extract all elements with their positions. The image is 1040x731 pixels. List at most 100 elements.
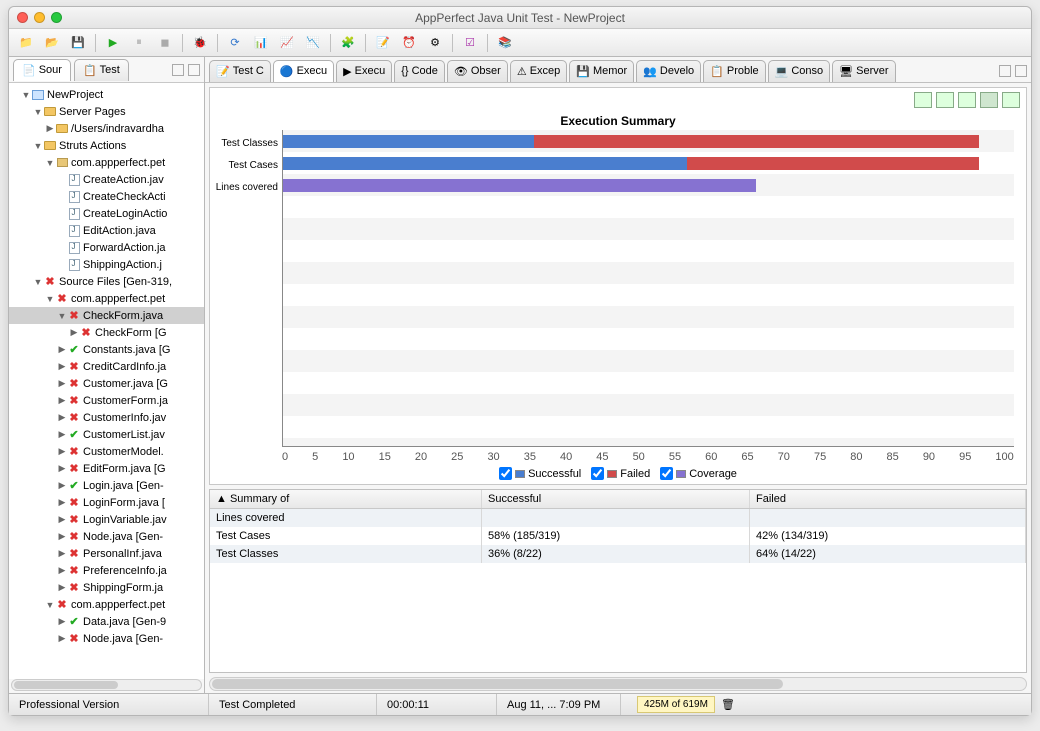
content-hscrollbar[interactable] bbox=[209, 677, 1027, 691]
editor-tab[interactable]: ▶Execu bbox=[336, 60, 392, 82]
chart-body: Test ClassesTest CasesLines covered 0510… bbox=[210, 130, 1026, 465]
col-successful[interactable]: Successful bbox=[482, 490, 750, 508]
col-failed[interactable]: Failed bbox=[750, 490, 1026, 508]
run-icon[interactable]: ▶ bbox=[102, 33, 124, 53]
tree-item[interactable]: ▼✖Source Files [Gen-319, bbox=[9, 273, 204, 290]
legend-checkbox[interactable] bbox=[499, 467, 512, 480]
minimize-view-icon[interactable] bbox=[172, 64, 184, 76]
editor-tab[interactable]: 📝Test C bbox=[209, 60, 271, 82]
tree-item[interactable]: ▶/Users/indravardha bbox=[9, 120, 204, 137]
chart1-icon[interactable]: 📊 bbox=[250, 33, 272, 53]
editor-tab[interactable]: 💻Conso bbox=[768, 60, 831, 82]
tab-icon: 🖥 bbox=[839, 65, 853, 78]
expand-chart-icon[interactable] bbox=[1002, 92, 1020, 108]
tree-item[interactable]: ▼✖com.appperfect.pet bbox=[9, 596, 204, 613]
editor-tab[interactable]: 👥Develo bbox=[636, 60, 701, 82]
y-axis-label: Lines covered bbox=[210, 176, 282, 198]
tree-item[interactable]: ▶✔Login.java [Gen- bbox=[9, 477, 204, 494]
editor-tab[interactable]: {}Code bbox=[394, 60, 445, 82]
col-summary-of[interactable]: ▲ Summary of bbox=[210, 490, 482, 508]
tab-source[interactable]: 📄 Sour bbox=[13, 59, 71, 81]
tree-item[interactable]: ▼✖CheckForm.java bbox=[9, 307, 204, 324]
edit-icon[interactable]: 📝 bbox=[372, 33, 394, 53]
tree-item[interactable]: CreateLoginActio bbox=[9, 205, 204, 222]
editor-tab[interactable]: ⚠Excep bbox=[510, 60, 567, 82]
tab-icon: 💾 bbox=[576, 65, 590, 78]
tree-item[interactable]: ▶✖CustomerInfo.jav bbox=[9, 409, 204, 426]
filter-icon[interactable] bbox=[936, 92, 954, 108]
tree-item[interactable]: ▶✖PreferenceInfo.ja bbox=[9, 562, 204, 579]
tree-item[interactable]: ▶✖Node.java [Gen- bbox=[9, 630, 204, 647]
new-project-icon[interactable]: 📁 bbox=[15, 33, 37, 53]
editor-tab[interactable]: 🖥Server bbox=[832, 60, 895, 82]
legend-checkbox[interactable] bbox=[660, 467, 673, 480]
tree-item[interactable]: ▶✖CheckForm [G bbox=[9, 324, 204, 341]
refresh-icon[interactable]: ⟳ bbox=[224, 33, 246, 53]
editor-tab[interactable]: 💾Memor bbox=[569, 60, 634, 82]
tree-item[interactable]: ▼Struts Actions bbox=[9, 137, 204, 154]
maximize-editor-icon[interactable] bbox=[1015, 65, 1027, 77]
tree-hscrollbar[interactable] bbox=[11, 679, 202, 691]
pause-icon[interactable]: ⏸ bbox=[128, 33, 150, 53]
tree-item[interactable]: CreateCheckActi bbox=[9, 188, 204, 205]
tree-item[interactable]: ForwardAction.ja bbox=[9, 239, 204, 256]
tree-item[interactable]: ▶✖Customer.java [G bbox=[9, 375, 204, 392]
save-icon[interactable]: 💾 bbox=[67, 33, 89, 53]
table-row[interactable]: Test Cases58% (185/319)42% (134/319) bbox=[210, 527, 1026, 545]
success-icon: ✔ bbox=[67, 479, 81, 493]
tree-item[interactable]: ▼Server Pages bbox=[9, 103, 204, 120]
open-icon[interactable]: 📂 bbox=[41, 33, 63, 53]
table-row[interactable]: Lines covered bbox=[210, 509, 1026, 527]
table-row[interactable]: Test Classes36% (8/22)64% (14/22) bbox=[210, 545, 1026, 563]
refresh-chart-icon[interactable] bbox=[958, 92, 976, 108]
tree-item[interactable]: ▶✔Data.java [Gen-9 bbox=[9, 613, 204, 630]
error-icon: ✖ bbox=[67, 411, 81, 425]
tab-test[interactable]: 📋 Test bbox=[74, 59, 129, 81]
editor-tab[interactable]: 📋Proble bbox=[703, 60, 766, 82]
editor-tab[interactable]: 🔵Execu bbox=[273, 60, 334, 82]
excel-icon[interactable] bbox=[980, 92, 998, 108]
chart-legend: SuccessfulFailedCoverage bbox=[210, 465, 1026, 484]
memory-gauge[interactable]: 425M of 619M bbox=[637, 696, 715, 713]
trash-icon[interactable]: 🗑 bbox=[721, 698, 735, 711]
tree-item[interactable]: ▶✔CustomerList.jav bbox=[9, 426, 204, 443]
error-icon: ✖ bbox=[67, 445, 81, 459]
folder-icon bbox=[55, 122, 69, 136]
tree-item[interactable]: ShippingAction.j bbox=[9, 256, 204, 273]
tree-item[interactable]: ▼✖com.appperfect.pet bbox=[9, 290, 204, 307]
clock-icon[interactable]: ⏰ bbox=[398, 33, 420, 53]
y-axis-label: Test Cases bbox=[210, 154, 282, 176]
tree-item[interactable]: ▶✖PersonalInf.java bbox=[9, 545, 204, 562]
components-icon[interactable]: 🧩 bbox=[337, 33, 359, 53]
tab-icon: 📋 bbox=[710, 65, 724, 78]
navigator-pane: 📄 Sour 📋 Test ▼NewProject▼Server Pages▶/… bbox=[9, 57, 205, 693]
tree-item[interactable]: ▶✖EditForm.java [G bbox=[9, 460, 204, 477]
statusbar: Professional Version Test Completed 00:0… bbox=[9, 693, 1031, 715]
export-icon[interactable] bbox=[914, 92, 932, 108]
help-icon[interactable]: 📚 bbox=[494, 33, 516, 53]
debug-icon[interactable]: 🐞 bbox=[189, 33, 211, 53]
tree-item[interactable]: ▶✖ShippingForm.ja bbox=[9, 579, 204, 596]
tree-item[interactable]: ▶✖CreditCardInfo.ja bbox=[9, 358, 204, 375]
java-file-icon bbox=[67, 224, 81, 238]
maximize-view-icon[interactable] bbox=[188, 64, 200, 76]
tree-item[interactable]: ▶✖CustomerForm.ja bbox=[9, 392, 204, 409]
tree-item[interactable]: ▶✖LoginForm.java [ bbox=[9, 494, 204, 511]
chart3-icon[interactable]: 📉 bbox=[302, 33, 324, 53]
tree-item[interactable]: ▼com.appperfect.pet bbox=[9, 154, 204, 171]
chart2-icon[interactable]: 📈 bbox=[276, 33, 298, 53]
editor-tab[interactable]: 👁Obser bbox=[447, 60, 508, 82]
stop-icon[interactable]: ◼ bbox=[154, 33, 176, 53]
tree-item[interactable]: EditAction.java bbox=[9, 222, 204, 239]
tree-item[interactable]: ▶✖Node.java [Gen- bbox=[9, 528, 204, 545]
tree-item[interactable]: ▼NewProject bbox=[9, 86, 204, 103]
minimize-editor-icon[interactable] bbox=[999, 65, 1011, 77]
settings-icon[interactable]: ⚙ bbox=[424, 33, 446, 53]
project-tree[interactable]: ▼NewProject▼Server Pages▶/Users/indravar… bbox=[9, 83, 204, 679]
tree-item[interactable]: ▶✖LoginVariable.jav bbox=[9, 511, 204, 528]
tree-item[interactable]: CreateAction.jav bbox=[9, 171, 204, 188]
check-icon[interactable]: ☑ bbox=[459, 33, 481, 53]
tree-item[interactable]: ▶✖CustomerModel. bbox=[9, 443, 204, 460]
legend-checkbox[interactable] bbox=[591, 467, 604, 480]
tree-item[interactable]: ▶✔Constants.java [G bbox=[9, 341, 204, 358]
